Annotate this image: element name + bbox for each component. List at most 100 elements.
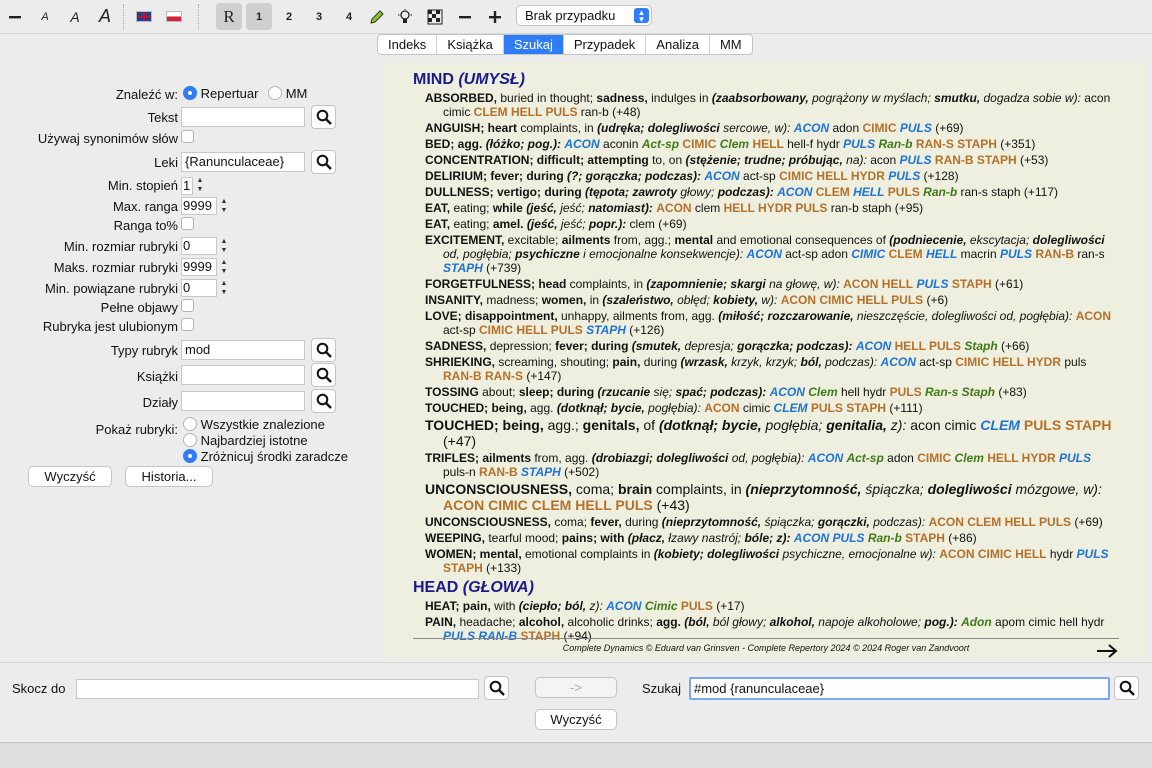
remedy-format-r-button[interactable]: R xyxy=(216,3,242,30)
remedy-label[interactable]: macrin xyxy=(957,247,1000,261)
jump-to-search-button[interactable] xyxy=(484,676,509,700)
rubric-row[interactable]: TOSSING about; sleep; during (rzucanie s… xyxy=(425,385,1119,399)
tab-analysis[interactable]: Analiza xyxy=(646,35,710,54)
rubric-row[interactable]: ABSORBED, buried in thought; sadness, in… xyxy=(425,91,1119,119)
remedy-label[interactable]: ACON xyxy=(777,185,812,199)
remedy-label[interactable]: ACON xyxy=(704,169,739,183)
remedy-label[interactable]: CLEM xyxy=(774,401,808,415)
tab-mm[interactable]: MM xyxy=(710,35,752,54)
search-button[interactable] xyxy=(1114,676,1139,700)
books-input[interactable] xyxy=(181,365,305,385)
remedy-label[interactable]: ACON xyxy=(794,121,829,135)
radio-most-relevant[interactable] xyxy=(183,433,197,447)
rubric-row[interactable]: TOUCHED; being, agg. (dotknął; bycie, po… xyxy=(425,401,1119,415)
remedy-label[interactable]: PULS xyxy=(888,169,920,183)
degree-2-button[interactable]: 2 xyxy=(276,3,302,30)
remedy-label[interactable]: Ran-b xyxy=(923,185,957,199)
remedy-label[interactable]: CLEM xyxy=(889,247,923,261)
rubric-row[interactable]: BED; agg. (łóżko; pog.): ACON aconin Act… xyxy=(425,137,1119,151)
full-symptoms-checkbox[interactable] xyxy=(181,299,194,312)
remedy-label[interactable]: CIMIC xyxy=(917,451,951,465)
rubric-row[interactable]: SHRIEKING, screaming, shouting; pain, du… xyxy=(425,355,1119,383)
remedy-label[interactable]: CIMIC xyxy=(851,247,885,261)
remedy-label[interactable]: PULS xyxy=(681,599,713,613)
remedy-label[interactable]: ACON CIMIC HELL xyxy=(939,547,1046,561)
rubric-row[interactable]: EAT, eating; while (jeść, jeść; natomias… xyxy=(425,201,1119,215)
remedy-label[interactable]: CIMIC HELL HYDR xyxy=(955,355,1061,369)
rubric-row[interactable]: TRIFLES; ailments from, agg. (drobiazgi;… xyxy=(425,451,1119,479)
remedy-label[interactable]: clem xyxy=(626,217,658,231)
remedy-label[interactable]: STAPH xyxy=(443,261,483,275)
remedy-label[interactable]: puls-n xyxy=(443,465,479,479)
remedy-label[interactable]: HELL HYDR xyxy=(987,451,1055,465)
text-input[interactable] xyxy=(181,107,305,127)
remedy-label[interactable]: clem xyxy=(692,201,724,215)
remedy-label[interactable]: PULS xyxy=(888,185,920,199)
remedy-label[interactable]: ran-b staph xyxy=(827,201,894,215)
remedy-label[interactable]: PULS xyxy=(916,277,948,291)
font-large-icon[interactable]: A xyxy=(92,3,118,30)
remedy-label[interactable]: hell hydr xyxy=(838,385,890,399)
minus-icon[interactable] xyxy=(452,3,478,30)
remedy-label[interactable]: STAPH xyxy=(520,629,560,643)
tab-book[interactable]: Książka xyxy=(437,35,504,54)
tab-search[interactable]: Szukaj xyxy=(503,35,564,54)
remedy-label[interactable]: STAPH xyxy=(905,531,945,545)
min-related-stepper[interactable]: ▲ ▼ xyxy=(219,279,229,299)
remedy-label[interactable]: CIMIC HELL PULS xyxy=(479,323,583,337)
remedy-label[interactable]: PULS xyxy=(900,153,932,167)
rubric-row[interactable]: UNCONSCIOUSNESS, coma; fever, during (ni… xyxy=(425,515,1119,529)
remedy-label[interactable]: PULS STAPH xyxy=(811,401,886,415)
favorite-checkbox[interactable] xyxy=(181,318,194,331)
rubric-types-input[interactable]: mod xyxy=(181,340,305,360)
chapter-title[interactable]: HEAD (GŁOWA) xyxy=(413,578,1119,598)
synonyms-checkbox[interactable] xyxy=(181,130,194,143)
remedy-label[interactable]: STAPH xyxy=(443,561,483,575)
remedy-label[interactable]: apom cimic hell hydr xyxy=(992,615,1104,629)
remedy-label[interactable]: PULS xyxy=(1077,547,1109,561)
remedy-label[interactable]: Adon xyxy=(961,615,992,629)
remedy-label[interactable]: HELL xyxy=(926,247,957,261)
text-search-button[interactable] xyxy=(311,105,336,129)
rubric-row[interactable]: WOMEN; mental, emotional complaints in (… xyxy=(425,547,1119,575)
remedy-label[interactable]: act-sp adon xyxy=(782,247,851,261)
sections-search-button[interactable] xyxy=(311,389,336,413)
remedy-label[interactable]: ACON xyxy=(770,385,805,399)
remedy-label[interactable]: CLEM xyxy=(816,185,850,199)
remedy-label[interactable]: CLEM HELL PULS xyxy=(474,105,578,119)
zoom-out-icon[interactable] xyxy=(2,3,28,30)
rank-pct-checkbox[interactable] xyxy=(181,217,194,230)
min-size-stepper[interactable]: ▲ ▼ xyxy=(219,237,229,257)
grid-icon[interactable] xyxy=(422,3,448,30)
max-rank-stepper[interactable]: ▲ ▼ xyxy=(219,197,229,217)
polish-flag-icon[interactable] xyxy=(161,3,187,30)
remedy-label[interactable]: HELL PULS xyxy=(895,339,961,353)
remedy-label[interactable]: act-sp xyxy=(916,355,955,369)
remedy-label[interactable]: act-sp xyxy=(740,169,779,183)
remedy-label[interactable]: hell-f hydr xyxy=(784,137,843,151)
case-select[interactable]: Brak przypadku ▲ ▼ xyxy=(516,5,652,26)
remedy-label[interactable]: RAN-S STAPH xyxy=(916,137,997,151)
remedy-label[interactable]: Staph xyxy=(964,339,997,353)
remedy-label[interactable]: Act-sp xyxy=(846,451,883,465)
go-button[interactable]: -> xyxy=(535,677,617,698)
remedy-label[interactable]: HELL xyxy=(853,185,884,199)
history-button[interactable]: Historia... xyxy=(125,466,213,487)
english-flag-icon[interactable] xyxy=(131,3,157,30)
rubric-row[interactable]: WEEPING, tearful mood; pains; with (płac… xyxy=(425,531,1119,545)
tab-index[interactable]: Indeks xyxy=(378,35,438,54)
remedy-label[interactable]: STAPH xyxy=(586,323,626,337)
remedy-label[interactable]: ACON xyxy=(881,355,916,369)
jump-to-input[interactable] xyxy=(76,679,479,699)
remedy-label[interactable]: HELL HYDR PULS xyxy=(724,201,828,215)
remedy-label[interactable]: ACON xyxy=(564,137,599,151)
remedy-label[interactable]: ACON xyxy=(606,599,641,613)
remedy-label[interactable]: Clem xyxy=(955,451,984,465)
remedy-label[interactable]: PULS xyxy=(890,385,922,399)
remedy-label[interactable]: CIMIC HELL HYDR xyxy=(779,169,885,183)
remedy-label[interactable]: PULS xyxy=(1000,247,1032,261)
degree-3-button[interactable]: 3 xyxy=(306,3,332,30)
remedy-label[interactable]: ACON CIMIC CLEM HELL PULS xyxy=(443,497,653,513)
remedy-label[interactable]: cimic xyxy=(740,401,774,415)
min-related-input[interactable]: 0 xyxy=(181,279,217,297)
